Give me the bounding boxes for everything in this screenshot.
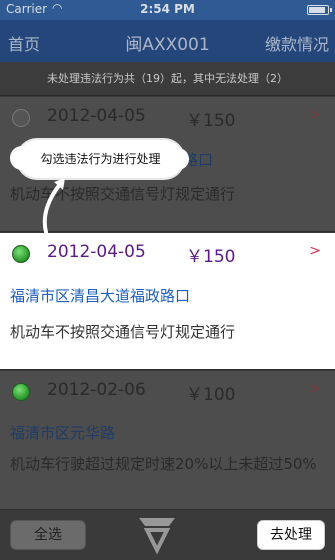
violation-item-highlighted[interactable]: 2012-04-05 ￥150 > 福清市区清昌大道福政路口 机动车不按照交通信… <box>0 233 335 370</box>
violation-header: 2012-04-05 ￥150 > <box>0 97 335 137</box>
chevron-right-icon[interactable]: > <box>309 107 321 123</box>
payment-status-button[interactable]: 缴款情况 <box>265 31 329 55</box>
pointer-arrow-icon <box>42 178 65 234</box>
battery-icon <box>307 5 332 15</box>
battery-fill <box>309 7 325 13</box>
violation-description: 机动车不按照交通信号灯规定通行 <box>10 323 236 341</box>
watermark-icon <box>139 518 175 555</box>
clock: 2:54 PM <box>140 2 195 16</box>
violation-description: 机动车行驶超过规定时速20%以上未超过50% <box>10 455 317 473</box>
select-all-button[interactable]: 全选 <box>10 520 86 550</box>
violation-summary: 未处理违法行为共（19）起，其中无法处理（2） <box>0 62 335 96</box>
violation-date: 2012-04-05 <box>47 242 146 262</box>
guide-tooltip: 勾选违法行为进行处理 <box>10 140 189 178</box>
violation-address: 福清市区清昌大道福政路口 <box>10 287 191 305</box>
violation-amount: ￥150 <box>186 247 236 267</box>
radio-icon[interactable] <box>12 109 30 127</box>
violation-header: 2012-02-06 ￥100 > <box>0 371 335 411</box>
status-bar: Carrier ◠ 2:54 PM <box>0 0 335 20</box>
radio-icon[interactable] <box>12 383 30 401</box>
violation-amount: ￥150 <box>186 111 236 131</box>
violation-address: 福清市区元华路 <box>10 424 116 442</box>
radio-icon[interactable] <box>12 245 30 263</box>
chevron-right-icon[interactable]: > <box>309 243 321 259</box>
watermark-logo <box>135 508 335 560</box>
violation-header: 2012-04-05 ￥150 > <box>0 233 335 273</box>
violation-amount: ￥100 <box>186 385 236 405</box>
chevron-right-icon[interactable]: > <box>309 381 321 397</box>
tooltip-text: 勾选违法行为进行处理 <box>40 152 161 166</box>
violation-date: 2012-04-05 <box>47 106 146 126</box>
violation-item[interactable]: 2012-02-06 ￥100 > 福清市区元华路 机动车行驶超过规定时速20%… <box>0 371 335 510</box>
nav-bar: 首页 闽AXX001 缴款情况 <box>0 20 335 62</box>
violation-date: 2012-02-06 <box>47 380 146 400</box>
